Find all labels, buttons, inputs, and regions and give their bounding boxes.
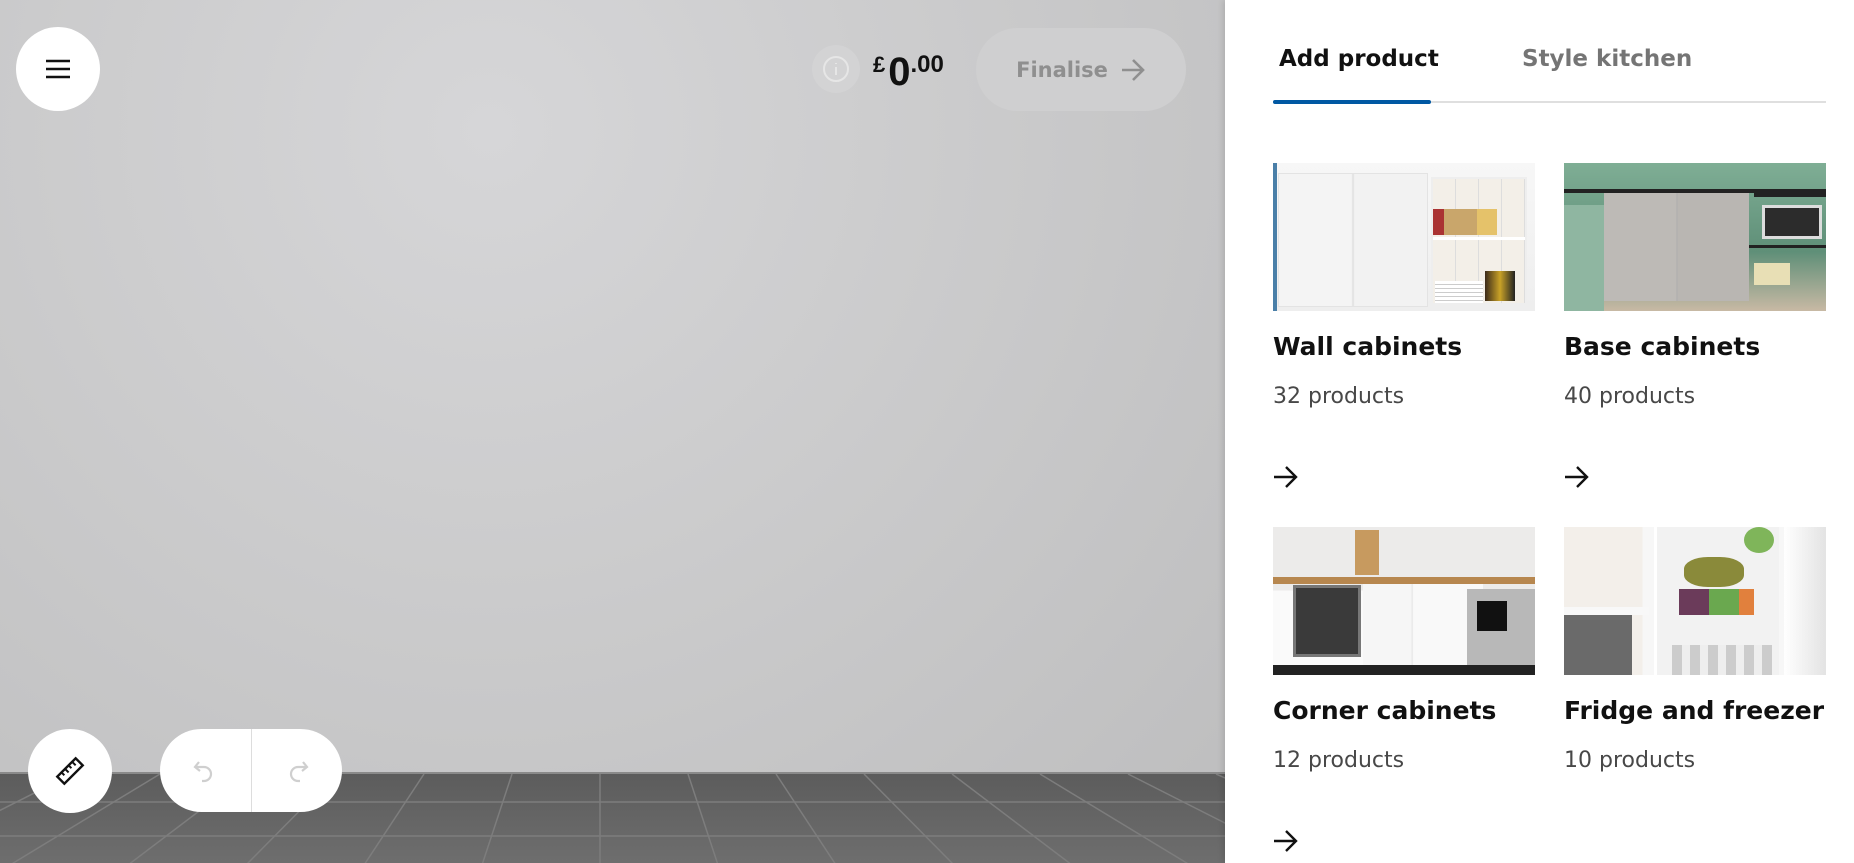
category-title: Fridge and freezer [1564,696,1825,725]
floor-grid-line [863,774,954,863]
category-card-fridge-and-freezer[interactable]: Fridge and freezer 10 products [1564,527,1826,773]
floor-grid-line [1039,774,1189,863]
category-title: Wall cabinets [1273,332,1463,361]
redo-button[interactable] [252,729,343,812]
active-tab-indicator [1273,100,1431,104]
fridge-and-freezer-image [1564,527,1826,675]
floor-grid-line [1127,774,1225,824]
corner-cabinets-image [1273,527,1535,675]
category-count: 12 products [1273,748,1405,773]
tab-add-product[interactable]: Add product [1279,46,1439,72]
floor-grid-line [687,774,719,863]
floor-grid-line [481,774,513,863]
finalise-button[interactable]: Finalise [976,28,1186,111]
arrow-right-icon [1274,830,1298,852]
price-decimal: .00 [910,51,944,78]
info-button[interactable] [812,45,860,93]
ruler-icon [55,756,85,786]
total-price: £ 0 .00 [873,48,944,92]
category-count: 32 products [1273,384,1405,409]
category-card-wall-cabinets[interactable]: Wall cabinets 32 products [1273,163,1535,488]
base-cabinets-image [1564,163,1826,311]
price-currency: £ [873,52,886,77]
undo-icon [193,760,213,782]
category-title: Base cabinets [1564,332,1761,361]
floor-grid-line [364,774,425,863]
hamburger-icon [46,59,70,79]
panel-tabs: Add product Style kitchen [1273,0,1826,104]
category-title: Corner cabinets [1273,696,1497,725]
finalise-label: Finalise [1016,57,1108,82]
info-icon [823,56,849,82]
arrow-right-icon [1565,466,1589,488]
floor-grid-line [951,774,1071,863]
undo-button[interactable] [160,729,251,812]
measure-button[interactable] [28,729,112,813]
category-card-corner-cabinets[interactable]: Corner cabinets 12 products [1273,527,1535,852]
category-card-base-cabinets[interactable]: Base cabinets 40 products [1564,163,1826,488]
category-count: 10 products [1564,748,1696,773]
arrow-right-icon [1121,58,1145,81]
arrow-right-icon [1274,466,1298,488]
floor-grid-line [775,774,836,863]
redo-icon [289,760,309,782]
undo-redo-group [160,729,342,812]
side-panel: Add product Style kitchen Wall cabinets … [1225,0,1854,863]
kitchen-3d-canvas[interactable]: £ 0 .00 Finalise [0,0,1225,863]
price-integer: 0 [888,50,911,94]
tab-style-kitchen[interactable]: Style kitchen [1522,46,1692,72]
wall-cabinets-image [1273,163,1535,311]
category-count: 40 products [1564,384,1696,409]
menu-button[interactable] [16,27,100,111]
